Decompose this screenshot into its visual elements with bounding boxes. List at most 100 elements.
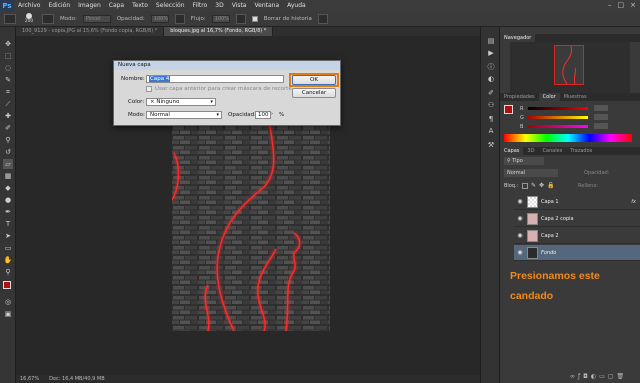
eraser-tool-icon[interactable]: ▱ (3, 159, 13, 169)
path-selection-tool-icon[interactable]: ➤ (3, 231, 13, 241)
pressure-size-icon[interactable] (317, 13, 328, 24)
color-select[interactable]: × Ninguno ▾ (146, 98, 216, 106)
green-value-field[interactable] (594, 114, 608, 120)
paragraph-icon[interactable]: ¶ (486, 115, 496, 124)
menu-vista[interactable]: Vista (228, 0, 251, 11)
chevron-right-icon[interactable]: › (271, 111, 273, 117)
flow-field[interactable]: 100% (211, 14, 230, 23)
eye-icon[interactable]: ◉ (516, 249, 524, 256)
menu-ayuda[interactable]: Ayuda (283, 0, 310, 11)
tool-preset-icon[interactable] (4, 13, 16, 24)
lasso-tool-icon[interactable]: ◌ (3, 63, 13, 73)
clip-mask-checkbox[interactable] (146, 86, 152, 92)
gradient-tool-icon[interactable]: ▦ (3, 171, 13, 181)
layer-name[interactable]: Capa 1 (541, 199, 559, 205)
brush-icon[interactable]: ✐ (486, 89, 496, 98)
clone-stamp-tool-icon[interactable]: ⚲ (3, 135, 13, 145)
close-icon[interactable]: × (630, 0, 636, 11)
cancel-button[interactable]: Cancelar (292, 88, 336, 98)
brush-panel-toggle[interactable] (42, 13, 54, 24)
red-value-field[interactable] (594, 105, 608, 111)
layer-row-fondo[interactable]: ◉ Fondo (514, 245, 640, 261)
layer-row-capa-1[interactable]: ◉ Capa 1 fx (514, 194, 640, 210)
layer-row-capa-2[interactable]: ◉ Capa 2 (514, 228, 640, 244)
navigator-thumbnail[interactable] (554, 45, 584, 85)
history-icon[interactable]: ▤ (486, 37, 496, 46)
menu-texto[interactable]: Texto (128, 0, 152, 11)
layer-row-capa-2-copia[interactable]: ◉ Capa 2 copia (514, 211, 640, 227)
character-icon[interactable]: A (486, 127, 496, 136)
eye-icon[interactable]: ◉ (516, 198, 524, 205)
tab-document-2[interactable]: bloques.jpg al 16,7% (Fondo, RGB/8) * (164, 27, 274, 36)
tab-color[interactable]: Color (538, 93, 560, 101)
link-icon[interactable]: ∞ (570, 373, 575, 381)
shape-tool-icon[interactable]: ▭ (3, 243, 13, 253)
pressure-opacity-icon[interactable] (174, 13, 185, 24)
type-tool-icon[interactable]: T (3, 219, 13, 229)
erase-history-checkbox[interactable] (251, 15, 258, 22)
layer-name[interactable]: Fondo (541, 250, 556, 256)
menu-archivo[interactable]: Archivo (14, 0, 44, 11)
tab-document-1[interactable]: 100_9129 - copia.JPG al 15,6% (Fondo cop… (16, 27, 165, 36)
foreground-color-swatch[interactable] (3, 281, 11, 289)
menu-edicion[interactable]: Edición (44, 0, 74, 11)
zoom-tool-icon[interactable]: ⚲ (3, 267, 13, 277)
mode-select[interactable]: Normal ▾ (146, 111, 222, 119)
opacity-field[interactable]: 100% (150, 14, 169, 23)
document-canvas[interactable] (172, 125, 330, 331)
actions-icon[interactable]: ▶ (486, 49, 496, 58)
blur-tool-icon[interactable]: ◆ (3, 183, 13, 193)
new-layer-icon[interactable]: ▢ (608, 373, 614, 381)
menu-ventana[interactable]: Ventana (250, 0, 283, 11)
red-slider[interactable] (528, 107, 588, 110)
tab-muestras[interactable]: Muestras (560, 93, 591, 101)
history-brush-tool-icon[interactable]: ↺ (3, 147, 13, 157)
mask-icon[interactable]: ◘ (583, 373, 588, 381)
blue-value-field[interactable] (594, 123, 608, 129)
crop-tool-icon[interactable]: ⌗ (3, 87, 13, 97)
lock-all-icon[interactable]: 🔒 (547, 183, 554, 189)
marquee-tool-icon[interactable]: ⬚ (3, 51, 13, 61)
tab-capas[interactable]: Capas (500, 147, 524, 155)
trash-icon[interactable]: 🗑 (616, 373, 624, 381)
minimize-icon[interactable]: – (608, 0, 612, 11)
info-icon[interactable]: ⓘ (486, 63, 496, 72)
eye-icon[interactable]: ◉ (516, 232, 524, 239)
menu-3d[interactable]: 3D (211, 0, 227, 11)
menu-imagen[interactable]: Imagen (74, 0, 105, 11)
clone-source-icon[interactable]: ⚇ (486, 101, 496, 110)
brush-preset-picker[interactable]: 200 (22, 13, 36, 24)
tab-3d[interactable]: 3D (523, 147, 538, 155)
ok-button[interactable]: OK (292, 75, 336, 85)
menu-capa[interactable]: Capa (105, 0, 128, 11)
hand-tool-icon[interactable]: ✋ (3, 255, 13, 265)
quick-mask-icon[interactable]: ◎ (3, 297, 13, 307)
lock-transparent-icon[interactable] (522, 183, 528, 189)
menu-filtro[interactable]: Filtro (189, 0, 212, 11)
tab-trazados[interactable]: Trazados (566, 147, 596, 155)
adjustments-icon[interactable]: ◐ (486, 75, 496, 84)
screen-mode-icon[interactable]: ▣ (3, 309, 13, 319)
dodge-tool-icon[interactable]: ● (3, 195, 13, 205)
move-tool-icon[interactable]: ✥ (3, 39, 13, 49)
layer-name-input[interactable]: Capa 4 (146, 75, 284, 83)
eye-icon[interactable]: ◉ (516, 215, 524, 222)
tab-propiedades[interactable]: Propiedades (500, 93, 539, 101)
blend-mode-select[interactable]: Normal (504, 169, 558, 177)
brush-tool-icon[interactable]: ✐ (3, 123, 13, 133)
airbrush-icon[interactable] (235, 13, 246, 24)
tool-presets-icon[interactable]: ⚒ (486, 141, 496, 150)
eyedropper-tool-icon[interactable]: ⟋ (3, 99, 13, 109)
tab-navegador[interactable]: Navegador (500, 34, 536, 42)
lock-position-icon[interactable]: ✥ (539, 183, 544, 189)
quick-select-tool-icon[interactable]: ✎ (3, 75, 13, 85)
layer-name[interactable]: Capa 2 (541, 233, 559, 239)
lock-pixels-icon[interactable]: ✎ (531, 183, 536, 189)
blue-slider[interactable] (528, 125, 588, 128)
adjustment-icon[interactable]: ◐ (591, 373, 596, 381)
color-foreground-swatch[interactable] (504, 105, 513, 114)
layer-name[interactable]: Capa 2 copia (541, 216, 574, 222)
pen-tool-icon[interactable]: ✒ (3, 207, 13, 217)
layer-filter-select[interactable]: ⚲ Tipo (504, 157, 544, 165)
green-slider[interactable] (528, 116, 588, 119)
